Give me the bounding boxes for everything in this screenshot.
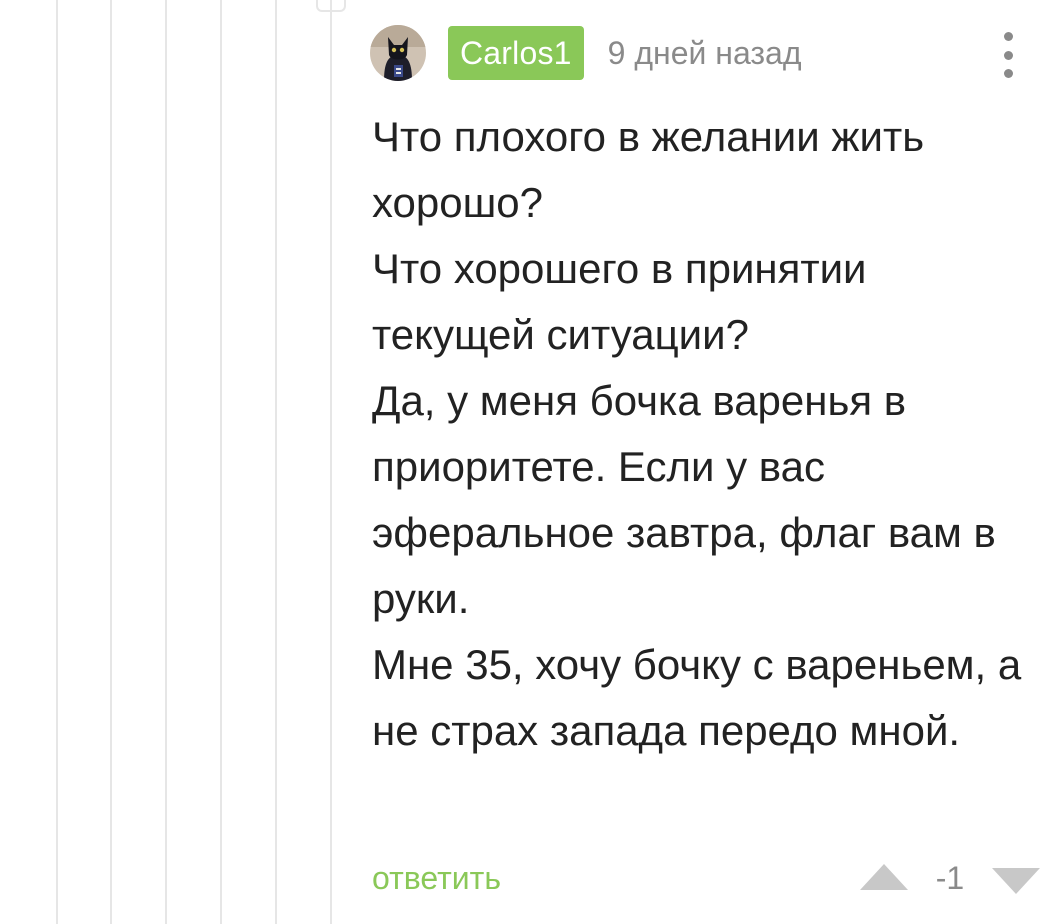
comment-header: Carlos1 9 дней назад xyxy=(370,24,802,82)
cat-avatar-icon[interactable] xyxy=(370,25,426,81)
rating-value: -1 xyxy=(935,860,965,896)
thread-line[interactable] xyxy=(165,0,167,924)
comment-paragraph: Да, у меня бочка варенья в приоритете. Е… xyxy=(372,377,996,622)
dot xyxy=(1003,32,1013,41)
comment-paragraph: Что плохого в желании жить хорошо? xyxy=(372,113,925,226)
author-username[interactable]: Carlos1 xyxy=(448,26,584,80)
thread-branch-connector xyxy=(316,0,346,12)
thread-line[interactable] xyxy=(330,0,332,924)
thread-line[interactable] xyxy=(220,0,222,924)
dot xyxy=(1003,50,1013,60)
reply-button[interactable]: ответить xyxy=(372,858,501,898)
triangle-down-icon[interactable] xyxy=(990,866,1042,901)
comment-paragraph: Мне 35, хочу бочку с вареньем, а не стра… xyxy=(372,641,1022,754)
comment-timestamp[interactable]: 9 дней назад xyxy=(608,35,802,72)
dot xyxy=(1003,69,1013,78)
comment-text: Что плохого в желании жить хорошо? Что х… xyxy=(372,104,1032,764)
comment-paragraph: Что хорошего в принятии текущей ситуации… xyxy=(372,245,867,358)
thread-line[interactable] xyxy=(275,0,277,924)
thread-line[interactable] xyxy=(56,0,58,924)
triangle-up-icon[interactable] xyxy=(858,862,910,897)
thread-line[interactable] xyxy=(110,0,112,924)
vertical-dots-icon[interactable] xyxy=(998,32,1018,78)
